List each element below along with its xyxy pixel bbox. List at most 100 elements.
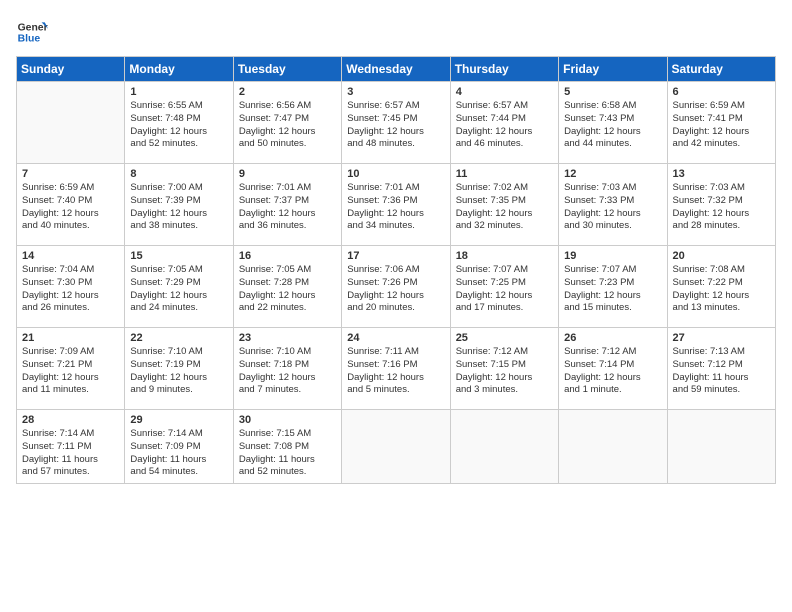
day-number: 23 xyxy=(239,332,336,344)
col-header-sunday: Sunday xyxy=(17,57,125,82)
cell-1-7: 6 Sunrise: 6:59 AMSunset: 7:41 PMDaylight… xyxy=(667,82,775,164)
cell-4-7: 27 Sunrise: 7:13 AMSunset: 7:12 PMDayligh… xyxy=(667,328,775,410)
svg-text:Blue: Blue xyxy=(18,34,41,45)
cell-info: Sunrise: 7:01 AMSunset: 7:37 PMDaylight:… xyxy=(239,182,336,233)
cell-info: Sunrise: 7:09 AMSunset: 7:21 PMDaylight:… xyxy=(22,346,119,397)
cell-info: Sunrise: 7:03 AMSunset: 7:33 PMDaylight:… xyxy=(564,182,661,233)
cell-4-3: 23Sunrise: 7:10 AMSunset: 7:18 PMDayligh… xyxy=(233,328,341,410)
cell-info: Sunrise: 6:56 AMSunset: 7:47 PMDaylight:… xyxy=(239,100,336,151)
col-header-thursday: Thursday xyxy=(450,57,558,82)
cell-info: Sunrise: 7:07 AMSunset: 7:25 PMDaylight:… xyxy=(456,264,553,315)
day-number: 1 xyxy=(130,86,227,98)
day-number: 9 xyxy=(239,168,336,180)
cell-info: Sunrise: 7:02 AMSunset: 7:35 PMDaylight:… xyxy=(456,182,553,233)
day-number: 11 xyxy=(456,168,553,180)
day-number: 22 xyxy=(130,332,227,344)
cell-info: Sunrise: 6:57 AMSunset: 7:44 PMDaylight:… xyxy=(456,100,553,151)
cell-info: Sunrise: 7:11 AMSunset: 7:16 PMDaylight:… xyxy=(347,346,444,397)
day-number: 14 xyxy=(22,250,119,262)
day-number: 16 xyxy=(239,250,336,262)
cell-info: Sunrise: 7:13 AMSunset: 7:12 PMDaylight:… xyxy=(673,346,770,397)
col-header-saturday: Saturday xyxy=(667,57,775,82)
cell-info: Sunrise: 7:03 AMSunset: 7:32 PMDaylight:… xyxy=(673,182,770,233)
week-row-5: 28 Sunrise: 7:14 AMSunset: 7:11 PMDayligh… xyxy=(17,410,776,484)
day-number: 7 xyxy=(22,168,119,180)
cell-3-6: 19 Sunrise: 7:07 AMSunset: 7:23 PMDayligh… xyxy=(559,246,667,328)
day-number: 10 xyxy=(347,168,444,180)
day-number: 12 xyxy=(564,168,661,180)
header: General Blue xyxy=(16,16,776,48)
cell-info: Sunrise: 6:55 AMSunset: 7:48 PMDaylight:… xyxy=(130,100,227,151)
cell-info: Sunrise: 6:57 AMSunset: 7:45 PMDaylight:… xyxy=(347,100,444,151)
day-number: 5 xyxy=(564,86,661,98)
cell-5-2: 29 Sunrise: 7:14 AMSunset: 7:09 PMDayligh… xyxy=(125,410,233,484)
day-number: 30 xyxy=(239,414,336,426)
cell-1-5: 4 Sunrise: 6:57 AMSunset: 7:44 PMDaylight… xyxy=(450,82,558,164)
day-number: 13 xyxy=(673,168,770,180)
cell-2-2: 8 Sunrise: 7:00 AMSunset: 7:39 PMDaylight… xyxy=(125,164,233,246)
cell-2-3: 9 Sunrise: 7:01 AMSunset: 7:37 PMDaylight… xyxy=(233,164,341,246)
cell-info: Sunrise: 7:08 AMSunset: 7:22 PMDaylight:… xyxy=(673,264,770,315)
cell-info: Sunrise: 7:05 AMSunset: 7:29 PMDaylight:… xyxy=(130,264,227,315)
day-number: 29 xyxy=(130,414,227,426)
cell-info: Sunrise: 7:10 AMSunset: 7:19 PMDaylight:… xyxy=(130,346,227,397)
day-number: 20 xyxy=(673,250,770,262)
week-row-4: 21 Sunrise: 7:09 AMSunset: 7:21 PMDayligh… xyxy=(17,328,776,410)
cell-2-5: 11 Sunrise: 7:02 AMSunset: 7:35 PMDayligh… xyxy=(450,164,558,246)
cell-info: Sunrise: 7:14 AMSunset: 7:11 PMDaylight:… xyxy=(22,428,119,479)
cell-info: Sunrise: 7:15 AMSunset: 7:08 PMDaylight:… xyxy=(239,428,336,479)
day-number: 26 xyxy=(564,332,661,344)
cell-1-2: 1 Sunrise: 6:55 AMSunset: 7:48 PMDaylight… xyxy=(125,82,233,164)
cell-info: Sunrise: 7:12 AMSunset: 7:15 PMDaylight:… xyxy=(456,346,553,397)
cell-info: Sunrise: 7:04 AMSunset: 7:30 PMDaylight:… xyxy=(22,264,119,315)
cell-info: Sunrise: 6:59 AMSunset: 7:41 PMDaylight:… xyxy=(673,100,770,151)
cell-4-5: 25 Sunrise: 7:12 AMSunset: 7:15 PMDayligh… xyxy=(450,328,558,410)
cell-3-7: 20 Sunrise: 7:08 AMSunset: 7:22 PMDayligh… xyxy=(667,246,775,328)
cell-info: Sunrise: 7:07 AMSunset: 7:23 PMDaylight:… xyxy=(564,264,661,315)
col-header-monday: Monday xyxy=(125,57,233,82)
calendar-table: SundayMondayTuesdayWednesdayThursdayFrid… xyxy=(16,56,776,484)
cell-info: Sunrise: 6:59 AMSunset: 7:40 PMDaylight:… xyxy=(22,182,119,233)
day-number: 19 xyxy=(564,250,661,262)
logo-icon: General Blue xyxy=(16,16,48,48)
day-number: 18 xyxy=(456,250,553,262)
cell-1-6: 5 Sunrise: 6:58 AMSunset: 7:43 PMDaylight… xyxy=(559,82,667,164)
day-number: 28 xyxy=(22,414,119,426)
week-row-1: 1 Sunrise: 6:55 AMSunset: 7:48 PMDaylight… xyxy=(17,82,776,164)
cell-5-6 xyxy=(559,410,667,484)
day-number: 27 xyxy=(673,332,770,344)
cell-info: Sunrise: 7:14 AMSunset: 7:09 PMDaylight:… xyxy=(130,428,227,479)
cell-2-7: 13 Sunrise: 7:03 AMSunset: 7:32 PMDayligh… xyxy=(667,164,775,246)
cell-1-4: 3Sunrise: 6:57 AMSunset: 7:45 PMDaylight… xyxy=(342,82,450,164)
cell-4-4: 24Sunrise: 7:11 AMSunset: 7:16 PMDayligh… xyxy=(342,328,450,410)
cell-3-2: 15 Sunrise: 7:05 AMSunset: 7:29 PMDayligh… xyxy=(125,246,233,328)
day-number: 8 xyxy=(130,168,227,180)
cell-3-1: 14 Sunrise: 7:04 AMSunset: 7:30 PMDayligh… xyxy=(17,246,125,328)
cell-4-1: 21 Sunrise: 7:09 AMSunset: 7:21 PMDayligh… xyxy=(17,328,125,410)
cell-info: Sunrise: 7:06 AMSunset: 7:26 PMDaylight:… xyxy=(347,264,444,315)
cell-2-4: 10 Sunrise: 7:01 AMSunset: 7:36 PMDayligh… xyxy=(342,164,450,246)
cell-5-5 xyxy=(450,410,558,484)
header-row: SundayMondayTuesdayWednesdayThursdayFrid… xyxy=(17,57,776,82)
day-number: 6 xyxy=(673,86,770,98)
day-number: 21 xyxy=(22,332,119,344)
cell-info: Sunrise: 7:01 AMSunset: 7:36 PMDaylight:… xyxy=(347,182,444,233)
week-row-2: 7 Sunrise: 6:59 AMSunset: 7:40 PMDaylight… xyxy=(17,164,776,246)
cell-4-2: 22 Sunrise: 7:10 AMSunset: 7:19 PMDayligh… xyxy=(125,328,233,410)
col-header-wednesday: Wednesday xyxy=(342,57,450,82)
day-number: 25 xyxy=(456,332,553,344)
cell-2-6: 12 Sunrise: 7:03 AMSunset: 7:33 PMDayligh… xyxy=(559,164,667,246)
cell-info: Sunrise: 7:05 AMSunset: 7:28 PMDaylight:… xyxy=(239,264,336,315)
cell-info: Sunrise: 7:00 AMSunset: 7:39 PMDaylight:… xyxy=(130,182,227,233)
week-row-3: 14 Sunrise: 7:04 AMSunset: 7:30 PMDayligh… xyxy=(17,246,776,328)
cell-5-3: 30 Sunrise: 7:15 AMSunset: 7:08 PMDayligh… xyxy=(233,410,341,484)
cell-info: Sunrise: 6:58 AMSunset: 7:43 PMDaylight:… xyxy=(564,100,661,151)
cell-5-4 xyxy=(342,410,450,484)
cell-2-1: 7 Sunrise: 6:59 AMSunset: 7:40 PMDaylight… xyxy=(17,164,125,246)
cell-info: Sunrise: 7:12 AMSunset: 7:14 PMDaylight:… xyxy=(564,346,661,397)
cell-5-1: 28 Sunrise: 7:14 AMSunset: 7:11 PMDayligh… xyxy=(17,410,125,484)
day-number: 17 xyxy=(347,250,444,262)
day-number: 4 xyxy=(456,86,553,98)
cell-4-6: 26 Sunrise: 7:12 AMSunset: 7:14 PMDayligh… xyxy=(559,328,667,410)
day-number: 15 xyxy=(130,250,227,262)
